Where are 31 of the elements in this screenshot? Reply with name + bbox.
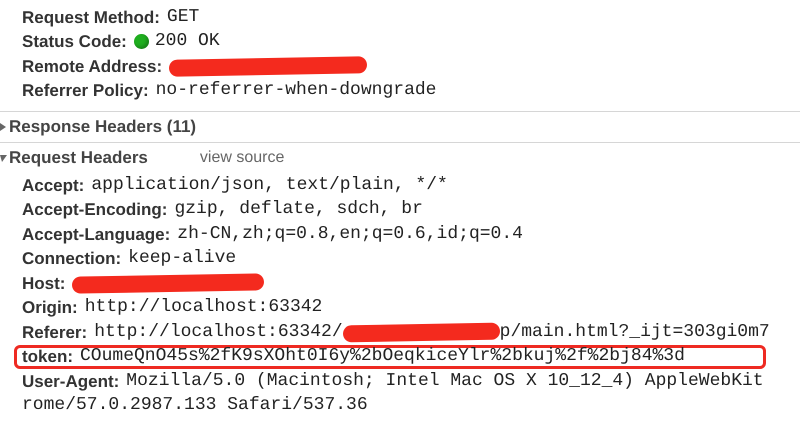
header-name: Remote Address: — [22, 56, 162, 78]
header-value: rome/57.0.2987.133 Safari/537.36 — [22, 394, 368, 418]
header-value: no-referrer-when-downgrade — [156, 79, 436, 102]
header-value: gzip, deflate, sdch, br — [174, 198, 423, 222]
header-name: Origin: — [22, 297, 78, 319]
header-value: Mozilla/5.0 (Macintosh; Intel Mac OS X 10_12_4) AppleWebKit — [126, 370, 764, 393]
header-value: 200 OK — [154, 30, 220, 54]
header-name: User-Agent: — [22, 370, 120, 393]
header-value: COumeQnO45s%2fK9sXOht0I6y%2bOeqkiceYlr%2bkuj%2f%2bj84%3d — [80, 345, 685, 368]
header-name: Status Code: — [22, 31, 127, 53]
section-header[interactable]: Response Headers (11) — [9, 114, 196, 140]
header-value: http://localhost:63342 — [84, 296, 322, 320]
header-name: Referer: — [22, 322, 88, 344]
collapsed-triangle-icon[interactable] — [0, 122, 7, 132]
header-name: Accept-Language: — [22, 224, 170, 246]
header-value: p/main.html?_ijt=303gi0m7 — [500, 320, 770, 344]
section-header[interactable]: Request Headers — [9, 145, 148, 171]
header-name: token: — [22, 346, 73, 368]
header-value: http://localhost:63342/ — [94, 320, 343, 344]
header-value: keep-alive — [128, 247, 236, 270]
view-source-link[interactable]: view source — [200, 146, 284, 170]
header-value: GET — [166, 6, 200, 29]
header-name: Referrer Policy: — [22, 80, 149, 102]
header-name: Accept: — [22, 174, 84, 196]
header-value: application/json, text/plain, */* — [91, 174, 448, 197]
header-name: Request Method: — [22, 6, 160, 28]
header-name: Connection: — [22, 248, 122, 270]
header-name: Host: — [22, 272, 66, 294]
header-name: Accept-Encoding: — [22, 199, 168, 221]
expanded-triangle-icon[interactable] — [0, 153, 7, 163]
header-value: zh-CN,zh;q=0.8,en;q=0.6,id;q=0.4 — [177, 222, 523, 246]
